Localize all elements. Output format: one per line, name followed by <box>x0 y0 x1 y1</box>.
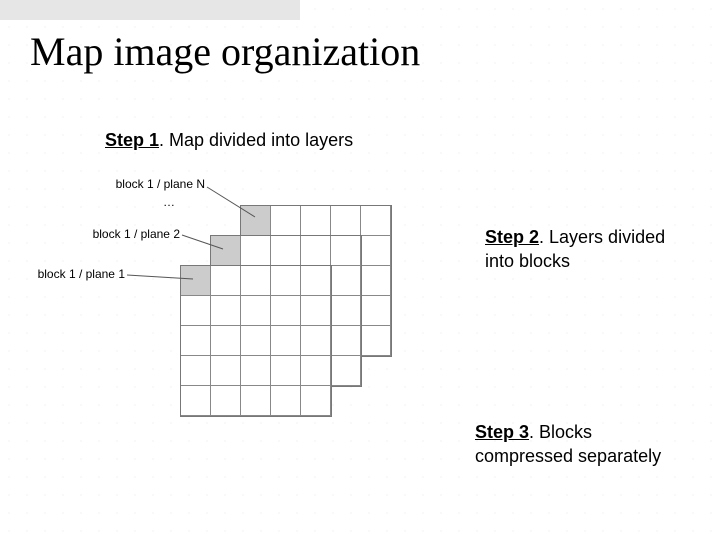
step-1-label: Step 1 <box>105 130 159 150</box>
step-1-text: . Map divided into layers <box>159 130 353 150</box>
step-3-label: Step 3 <box>475 422 529 442</box>
leader-lines <box>105 205 435 445</box>
step-3: Step 3. Blocks compressed separately <box>475 420 675 469</box>
label-plane-n: block 1 / plane N <box>75 177 205 191</box>
layers-diagram: block 1 / plane N … block 1 / plane 2 bl… <box>105 205 435 445</box>
step-2-label: Step 2 <box>485 227 539 247</box>
step-1: Step 1. Map divided into layers <box>105 128 353 152</box>
step-2: Step 2. Layers divided into blocks <box>485 225 695 274</box>
slide-title: Map image organization <box>30 28 420 75</box>
top-band <box>0 0 300 20</box>
slide: Map image organization Step 1. Map divid… <box>0 0 720 540</box>
